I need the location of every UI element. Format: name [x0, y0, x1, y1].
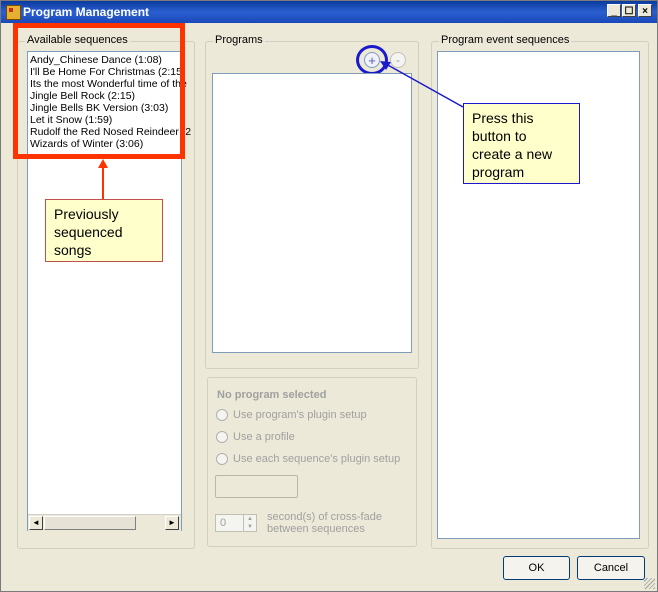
- callout-line: button to: [472, 128, 527, 144]
- annotation-arrows: [98, 61, 464, 200]
- callout-line: create a new: [472, 146, 553, 162]
- callout-line: sequenced: [54, 224, 123, 240]
- callout-previous-songs: Previously sequenced songs: [45, 199, 163, 262]
- callout-line: songs: [54, 242, 92, 258]
- red-arrow-head: [98, 159, 108, 168]
- callout-line: program: [472, 164, 525, 180]
- blue-arrow-line: [385, 63, 464, 108]
- callout-line: Previously: [54, 206, 119, 222]
- callout-line: Press this: [472, 110, 534, 126]
- callout-press-button: Press this button to create a new progra…: [463, 103, 580, 184]
